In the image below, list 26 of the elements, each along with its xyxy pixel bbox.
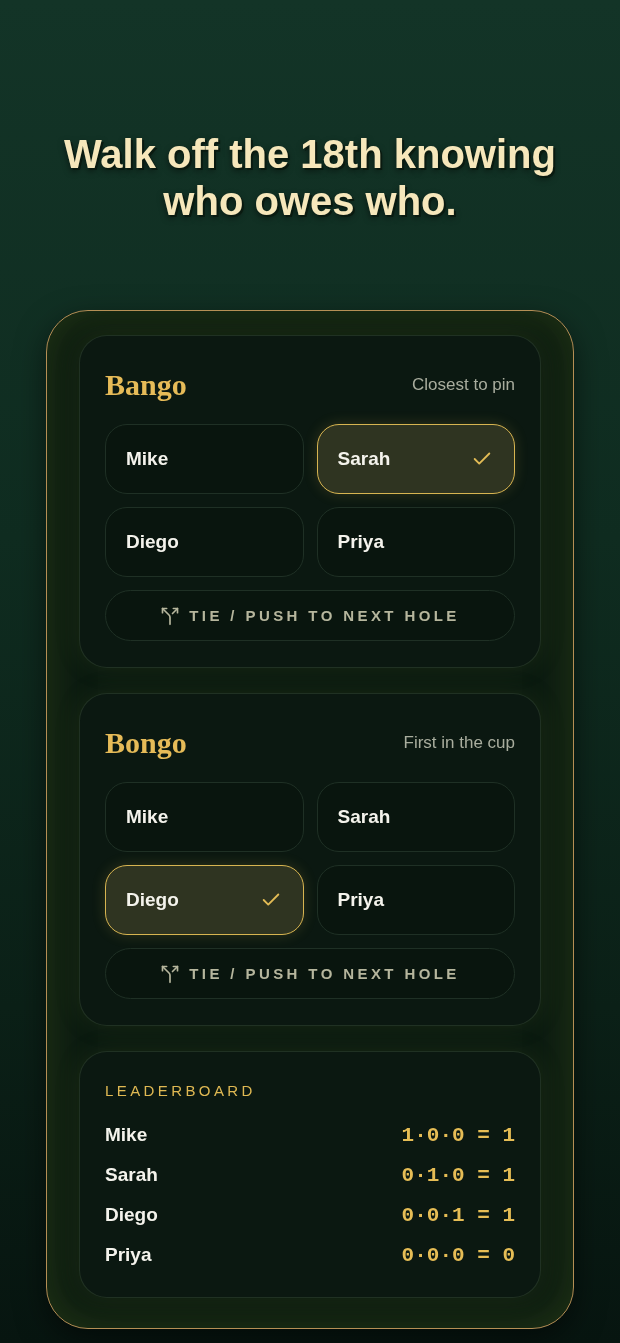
player-option-button[interactable]: Mike bbox=[105, 782, 304, 852]
game-subtitle: Closest to pin bbox=[412, 375, 515, 395]
game-subtitle: First in the cup bbox=[403, 733, 515, 753]
player-score: 1·0·0 = 1 bbox=[401, 1123, 515, 1147]
leaderboard-title: LEADERBOARD bbox=[105, 1082, 257, 1100]
player-option-button[interactable]: Sarah bbox=[316, 424, 515, 494]
player-option-button[interactable]: Mike bbox=[105, 424, 304, 494]
player-name: Diego bbox=[105, 1204, 158, 1226]
game-title: Bongo bbox=[105, 726, 187, 760]
player-score: 0·0·1 = 1 bbox=[401, 1203, 515, 1227]
player-option-button[interactable]: Diego bbox=[105, 507, 304, 577]
player-name: Priya bbox=[105, 1244, 152, 1266]
headline: Walk off the 18th knowing who owes who. bbox=[63, 131, 557, 225]
player-option-button[interactable]: Diego bbox=[105, 865, 304, 935]
tie-push-button[interactable]: TIE / PUSH TO NEXT HOLE bbox=[105, 590, 515, 641]
tie-push-button[interactable]: TIE / PUSH TO NEXT HOLE bbox=[105, 948, 515, 999]
game-title: Bango bbox=[105, 368, 187, 402]
player-name: Sarah bbox=[105, 1164, 158, 1186]
player-name: Mike bbox=[105, 1124, 148, 1146]
player-option-button[interactable]: Sarah bbox=[316, 782, 515, 852]
player-score: 0·0·0 = 0 bbox=[401, 1243, 515, 1267]
player-option-button[interactable]: Priya bbox=[316, 507, 515, 577]
split-arrow-icon bbox=[160, 605, 181, 626]
player-option-button[interactable]: Priya bbox=[316, 865, 515, 935]
split-arrow-icon bbox=[160, 963, 181, 984]
player-score: 0·1·0 = 1 bbox=[401, 1163, 515, 1187]
